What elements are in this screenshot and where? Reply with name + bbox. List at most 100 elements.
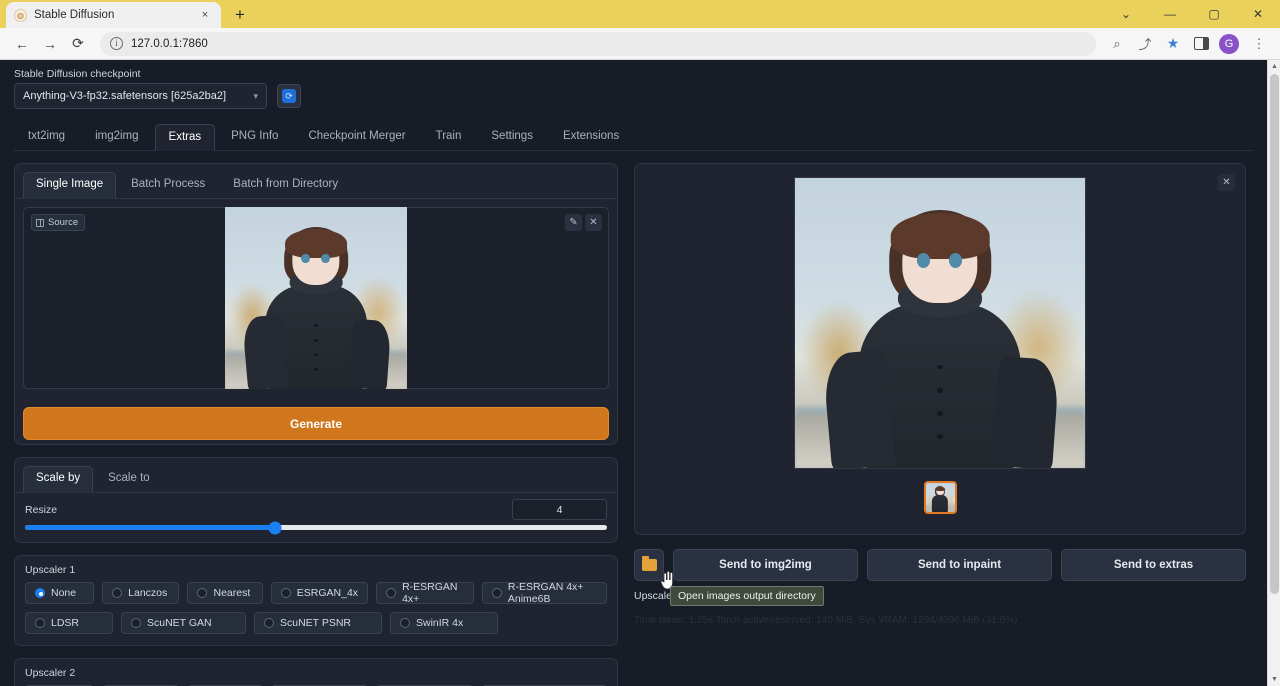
source-badge-label: Source [48, 217, 78, 228]
url-bar[interactable]: i 127.0.0.1:7860 [100, 32, 1096, 56]
radio-label: ESRGAN_4x [297, 587, 358, 599]
result-image[interactable] [794, 177, 1086, 469]
send-to-img2img-button[interactable]: Send to img2img [673, 549, 858, 581]
search-icon[interactable]: ⌕ [1104, 31, 1130, 57]
refresh-checkpoints-button[interactable]: ⟳ [277, 84, 301, 108]
stable-diffusion-favicon-icon: ◍ [14, 9, 27, 22]
gallery-thumbnail[interactable] [924, 481, 957, 514]
share-icon[interactable]: ⤴ [1132, 31, 1158, 57]
tab-checkpoint-merger[interactable]: Checkpoint Merger [294, 123, 419, 150]
result-panel: ✕ [634, 163, 1246, 535]
tab-png-info[interactable]: PNG Info [217, 123, 292, 150]
profile-avatar[interactable]: G [1219, 34, 1239, 54]
upscaler1-option-swinir-4x[interactable]: SwinIR 4x [390, 612, 498, 634]
action-buttons-row: Send to img2img Send to inpaint Send to … [634, 549, 1246, 581]
right-column: ✕ [634, 163, 1246, 686]
tab-settings[interactable]: Settings [477, 123, 547, 150]
upscaler1-option-esrgan-4x[interactable]: ESRGAN_4x [271, 582, 368, 604]
upscaler2-label: Upscaler 2 [25, 667, 607, 679]
sub-tabs: Single Image Batch Process Batch from Di… [15, 164, 617, 199]
resize-slider-thumb[interactable] [269, 521, 282, 534]
radio-label: R-ESRGAN 4x+ Anime6B [508, 581, 597, 605]
chevron-down-icon: ▾ [253, 91, 258, 102]
remove-image-icon[interactable]: ✕ [585, 214, 602, 231]
tab-img2img[interactable]: img2img [81, 123, 152, 150]
upscaler1-option-lanczos[interactable]: Lanczos [102, 582, 179, 604]
site-info-icon[interactable]: i [110, 37, 123, 50]
radio-dot-icon [386, 588, 396, 598]
resize-label: Resize [25, 504, 57, 516]
upscaler1-option-r-esrgan-4x-[interactable]: R-ESRGAN 4x+ [376, 582, 474, 604]
resize-value-input[interactable]: 4 [512, 499, 607, 520]
edit-icon[interactable]: ✎ [565, 214, 582, 231]
close-result-icon[interactable]: ✕ [1218, 174, 1235, 191]
tab-scale-by[interactable]: Scale by [23, 466, 93, 493]
chevron-down-icon[interactable]: ⌄ [1104, 0, 1148, 28]
checkpoint-field: Stable Diffusion checkpoint Anything-V3-… [14, 68, 267, 109]
scrollbar-thumb[interactable] [1270, 74, 1279, 594]
browser-menu-icon[interactable]: ⋮ [1246, 31, 1272, 57]
upscaler1-row2: LDSR ScuNET GAN ScuNET PSNR SwinIR 4x [25, 612, 607, 634]
tab-extras[interactable]: Extras [155, 124, 216, 151]
browser-tab[interactable]: ◍ Stable Diffusion × [6, 2, 221, 28]
upscaler1-option-r-esrgan-4x-anime6b[interactable]: R-ESRGAN 4x+ Anime6B [482, 582, 607, 604]
upscaler1-option-none[interactable]: None [25, 582, 94, 604]
forward-icon[interactable]: → [36, 31, 64, 57]
scale-tabs: Scale by Scale to [15, 458, 617, 493]
bookmark-star-icon[interactable]: ★ [1160, 31, 1186, 57]
maximize-icon[interactable]: ▢ [1192, 0, 1236, 28]
resize-slider-fill [25, 525, 275, 530]
radio-label: Nearest [213, 587, 250, 599]
radio-label: SwinIR 4x [416, 617, 463, 629]
checkpoint-row: Stable Diffusion checkpoint Anything-V3-… [14, 60, 1253, 109]
close-window-icon[interactable]: ✕ [1236, 0, 1280, 28]
resize-header: Resize 4 [25, 499, 607, 520]
upscaler1-row1: None Lanczos Nearest ESRGAN_4x R-ESRGAN 4x+ R… [25, 582, 607, 604]
radio-dot-icon [281, 588, 291, 598]
send-to-extras-button[interactable]: Send to extras [1061, 549, 1246, 581]
upscaler1-option-scunet-gan[interactable]: ScuNET GAN [121, 612, 246, 634]
tab-train[interactable]: Train [422, 123, 476, 150]
tab-batch-from-directory[interactable]: Batch from Directory [220, 172, 351, 198]
radio-dot-icon [131, 618, 141, 628]
tab-scale-to[interactable]: Scale to [95, 466, 163, 492]
scroll-down-arrow[interactable]: ▼ [1268, 673, 1280, 686]
tab-extensions[interactable]: Extensions [549, 123, 633, 150]
upscaler1-option-ldsr[interactable]: LDSR [25, 612, 113, 634]
back-icon[interactable]: ← [8, 31, 36, 57]
radio-dot-icon [400, 618, 410, 628]
refresh-icon: ⟳ [282, 89, 296, 103]
tab-txt2img[interactable]: txt2img [14, 123, 79, 150]
upscaler1-label: Upscaler 1 [25, 564, 607, 576]
resize-slider-group: Resize 4 [15, 493, 617, 542]
webui-page: Stable Diffusion checkpoint Anything-V3-… [0, 60, 1280, 686]
browser-navbar: ← → ⟳ i 127.0.0.1:7860 ⌕ ⤴ ★ G ⋮ [0, 28, 1280, 60]
checkpoint-value: Anything-V3-fp32.safetensors [625a2ba2] [23, 90, 253, 102]
resize-slider-track[interactable] [25, 525, 607, 530]
radio-label: ScuNET PSNR [280, 617, 351, 629]
open-output-directory-button[interactable] [634, 549, 664, 581]
browser-window: ◍ Stable Diffusion × + ⌄ — ▢ ✕ ← → ⟳ i 1… [0, 0, 1280, 686]
sidebar-icon[interactable] [1188, 31, 1214, 57]
upscaler1-option-scunet-psnr[interactable]: ScuNET PSNR [254, 612, 382, 634]
reload-icon[interactable]: ⟳ [64, 31, 92, 57]
send-to-inpaint-button[interactable]: Send to inpaint [867, 549, 1052, 581]
scale-panel: Scale by Scale to Resize 4 [14, 457, 618, 543]
tab-batch-process[interactable]: Batch Process [118, 172, 218, 198]
radio-label: LDSR [51, 617, 79, 629]
upscaler1-option-nearest[interactable]: Nearest [187, 582, 262, 604]
browser-tabstrip: ◍ Stable Diffusion × + ⌄ — ▢ ✕ [0, 0, 1280, 28]
checkpoint-select[interactable]: Anything-V3-fp32.safetensors [625a2ba2] … [14, 83, 267, 109]
upscaler1-panel: Upscaler 1 None Lanczos Nearest ESRGAN_4x R-… [14, 555, 618, 646]
scroll-up-arrow[interactable]: ▲ [1268, 60, 1280, 73]
minimize-icon[interactable]: — [1148, 0, 1192, 28]
tab-close-icon[interactable]: × [197, 7, 213, 23]
generate-button[interactable]: Generate [23, 407, 609, 440]
tab-single-image[interactable]: Single Image [23, 172, 116, 199]
source-image [225, 207, 407, 389]
source-image-dropzone[interactable]: Source ✎ ✕ [23, 207, 609, 389]
page-scrollbar[interactable]: ▲ ▼ [1267, 60, 1280, 686]
new-tab-button[interactable]: + [227, 2, 253, 28]
url-text: 127.0.0.1:7860 [131, 38, 208, 50]
single-image-panel: Single Image Batch Process Batch from Di… [14, 163, 618, 445]
